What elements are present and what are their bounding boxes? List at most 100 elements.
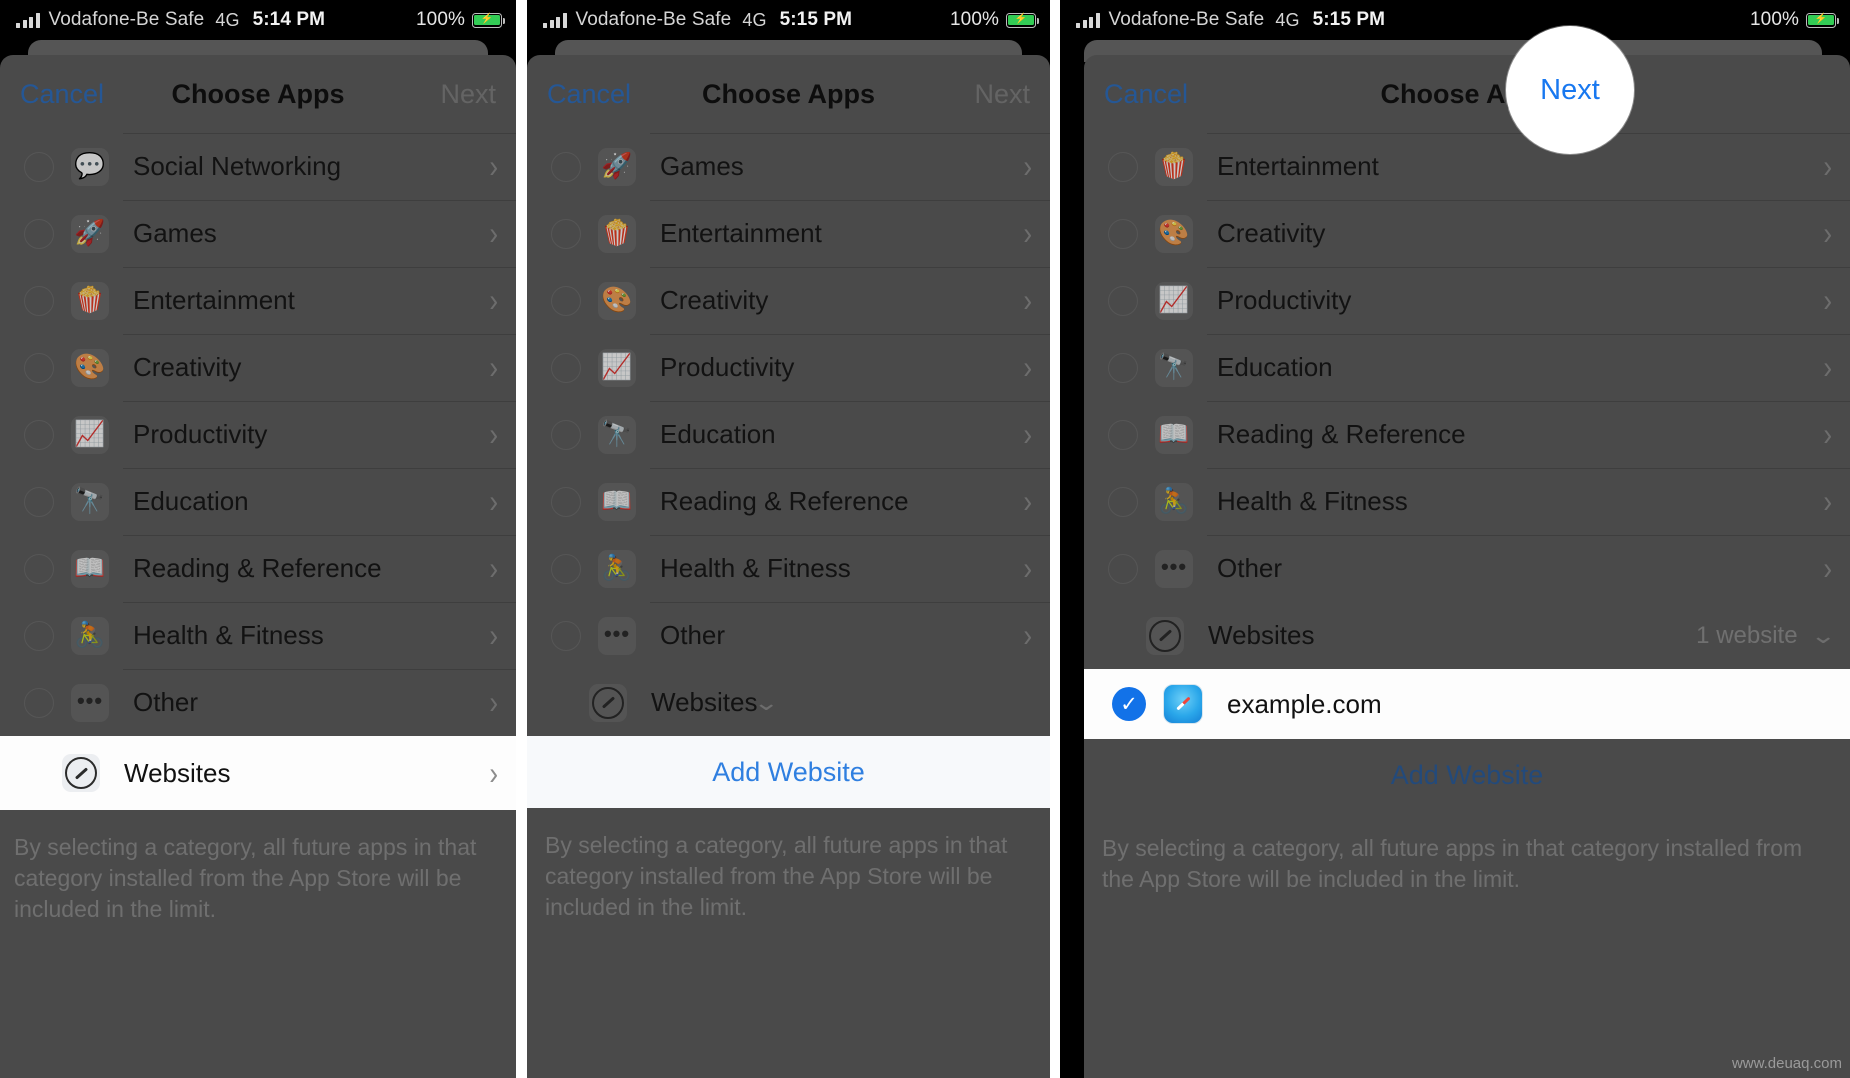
list-item-label: Health & Fitness xyxy=(133,620,324,650)
list-item-reading-reference[interactable]: 📖 Reading & Reference › xyxy=(0,535,516,602)
list-item-games[interactable]: 🚀 Games › xyxy=(527,133,1050,200)
radio-button[interactable] xyxy=(24,553,54,584)
radio-button[interactable] xyxy=(551,553,581,584)
radio-button[interactable] xyxy=(1108,151,1138,182)
list-item-education[interactable]: 🔭 Education › xyxy=(0,468,516,535)
list-item-creativity[interactable]: 🎨 Creativity › xyxy=(1084,200,1850,267)
list-item-creativity[interactable]: 🎨 Creativity › xyxy=(0,334,516,401)
radio-button[interactable] xyxy=(551,486,581,517)
clock-label: 5:15 PM xyxy=(779,9,853,30)
choose-apps-sheet-3: Cancel Choose Apps 🍿 Entertainment › 🎨 Creat… xyxy=(1084,55,1850,1078)
list-item-creativity[interactable]: 🎨 Creativity › xyxy=(527,267,1050,334)
next-button[interactable]: Next xyxy=(1540,74,1600,107)
list-item-health-fitness[interactable]: 🚴 Health & Fitness › xyxy=(0,602,516,669)
radio-button[interactable] xyxy=(1108,419,1138,450)
next-button[interactable]: Next xyxy=(440,79,496,110)
sheet-dim-layer-3: Cancel Choose Apps 🍿 Entertainment › 🎨 Creat… xyxy=(1084,55,1850,669)
radio-button[interactable] xyxy=(551,620,581,651)
list-item-productivity[interactable]: 📈 Productivity › xyxy=(1084,267,1850,334)
education-icon: 🔭 xyxy=(71,482,109,521)
safari-compass-icon xyxy=(62,754,100,792)
list-item-health-fitness[interactable]: 🚴 Health & Fitness › xyxy=(527,535,1050,602)
chevron-right-icon: › xyxy=(489,616,498,654)
creativity-icon: 🎨 xyxy=(598,281,636,320)
cancel-button[interactable]: Cancel xyxy=(1104,79,1188,110)
radio-button[interactable] xyxy=(1108,486,1138,517)
creativity-icon: 🎨 xyxy=(1155,214,1193,253)
radio-button[interactable] xyxy=(24,285,54,316)
list-item-reading-reference[interactable]: 📖 Reading & Reference › xyxy=(527,468,1050,535)
education-icon: 🔭 xyxy=(1155,348,1193,387)
list-item-entertainment[interactable]: 🍿 Entertainment › xyxy=(527,200,1050,267)
list-item-websites[interactable]: Websites ⌄ xyxy=(527,669,1050,736)
radio-button[interactable] xyxy=(551,419,581,450)
radio-button[interactable] xyxy=(24,352,54,383)
radio-button[interactable] xyxy=(24,620,54,651)
radio-button[interactable] xyxy=(551,352,581,383)
radio-button[interactable] xyxy=(1108,553,1138,584)
list-item-education[interactable]: 🔭 Education › xyxy=(1084,334,1850,401)
list-item-label: Games xyxy=(133,218,217,248)
list-item-productivity[interactable]: 📈 Productivity › xyxy=(527,334,1050,401)
battery-charging-icon: ⚡ xyxy=(472,12,506,28)
reading-reference-icon: 📖 xyxy=(1155,415,1193,454)
list-item-label: Reading & Reference xyxy=(660,486,909,516)
entertainment-icon: 🍿 xyxy=(1155,147,1193,186)
radio-button[interactable] xyxy=(24,687,54,718)
list-item-other[interactable]: ••• Other › xyxy=(527,602,1050,669)
next-button-spotlight[interactable]: Next xyxy=(1506,26,1634,154)
list-item-games[interactable]: 🚀 Games › xyxy=(0,200,516,267)
chevron-right-icon: › xyxy=(489,415,498,453)
chevron-right-icon: › xyxy=(1823,147,1832,185)
chevron-right-icon: › xyxy=(489,549,498,587)
radio-button[interactable] xyxy=(1108,285,1138,316)
radio-button[interactable] xyxy=(24,218,54,249)
radio-button[interactable] xyxy=(24,151,54,182)
cancel-button[interactable]: Cancel xyxy=(547,79,631,110)
radio-button[interactable] xyxy=(551,285,581,316)
list-item-example-website[interactable]: ✓ example.com xyxy=(1084,669,1850,739)
list-item-other[interactable]: ••• Other › xyxy=(1084,535,1850,602)
radio-button[interactable] xyxy=(551,218,581,249)
category-list-3: 🍿 Entertainment › 🎨 Creativity › 📈 Productivity… xyxy=(1084,133,1850,602)
radio-button[interactable] xyxy=(1108,352,1138,383)
radio-button[interactable] xyxy=(24,419,54,450)
list-item-other[interactable]: ••• Other › xyxy=(0,669,516,736)
next-button[interactable]: Next xyxy=(974,79,1030,110)
carrier-label: Vodafone-Be Safe xyxy=(48,9,205,30)
list-item-websites[interactable]: Websites 1 website ⌄ xyxy=(1084,602,1850,669)
panel-2: Vodafone-Be Safe 4G 5:15 PM 100% ⚡ Cance… xyxy=(527,0,1050,1078)
list-item-label: Games xyxy=(660,151,744,181)
list-item-websites[interactable]: Websites › xyxy=(0,736,516,810)
health-fitness-icon: 🚴 xyxy=(71,616,109,655)
add-website-button[interactable]: Add Website xyxy=(1084,739,1850,811)
panel-3: Vodafone-Be Safe 4G 5:15 PM 100% ⚡ Cance… xyxy=(1060,0,1850,1078)
battery-percent-label: 100% xyxy=(1750,9,1799,30)
entertainment-icon: 🍿 xyxy=(71,281,109,320)
list-item-entertainment[interactable]: 🍿 Entertainment › xyxy=(0,267,516,334)
list-item-productivity[interactable]: 📈 Productivity › xyxy=(0,401,516,468)
radio-button[interactable] xyxy=(1108,218,1138,249)
list-item-health-fitness[interactable]: 🚴 Health & Fitness › xyxy=(1084,468,1850,535)
list-item-education[interactable]: 🔭 Education › xyxy=(527,401,1050,468)
radio-button[interactable] xyxy=(551,151,581,182)
chevron-right-icon: › xyxy=(1023,415,1032,453)
radio-button[interactable] xyxy=(24,486,54,517)
sheet-dim-layer-1: Cancel Choose Apps Next 💬 Social Networki… xyxy=(0,55,516,736)
status-bar-2: Vodafone-Be Safe 4G 5:15 PM 100% ⚡ xyxy=(527,0,1050,40)
cellular-bars-icon xyxy=(1076,12,1100,28)
cancel-button[interactable]: Cancel xyxy=(20,79,104,110)
add-website-button[interactable]: Add Website xyxy=(527,736,1050,808)
chevron-right-icon: › xyxy=(489,482,498,520)
chevron-right-icon: › xyxy=(1023,147,1032,185)
chevron-right-icon: › xyxy=(489,348,498,386)
list-item-label: Entertainment xyxy=(133,285,295,315)
list-item-social-networking[interactable]: 💬 Social Networking › xyxy=(0,133,516,200)
list-item-reading-reference[interactable]: 📖 Reading & Reference › xyxy=(1084,401,1850,468)
footnote-text: By selecting a category, all future apps… xyxy=(545,832,1008,921)
list-item-label: Productivity xyxy=(133,419,268,449)
safari-app-icon xyxy=(1163,684,1203,724)
chevron-right-icon: › xyxy=(489,753,498,792)
battery-charging-icon: ⚡ xyxy=(1806,12,1840,28)
list-item-entertainment[interactable]: 🍿 Entertainment › xyxy=(1084,133,1850,200)
